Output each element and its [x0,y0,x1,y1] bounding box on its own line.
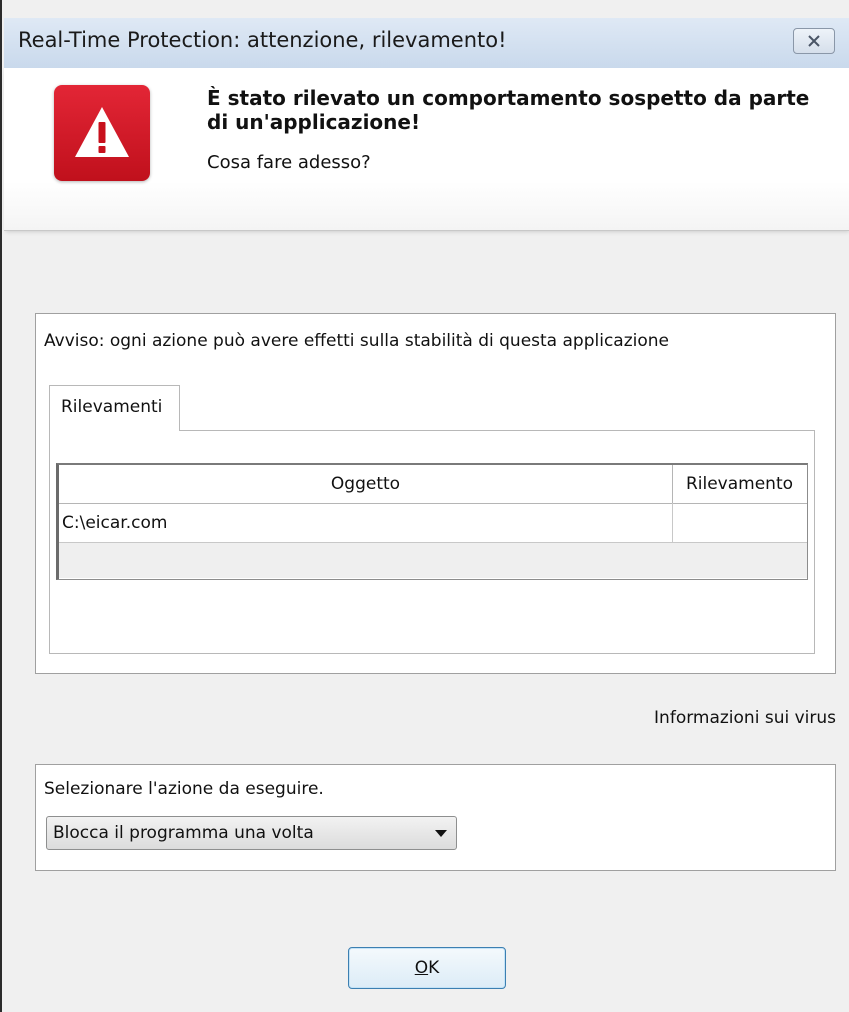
tab-rilevamenti[interactable]: Rilevamenti [49,385,180,431]
cell-detection [673,503,806,542]
ok-button[interactable]: OK [348,947,506,989]
stability-warning: Avviso: ogni azione può avere effetti su… [44,331,669,351]
close-button[interactable] [793,28,835,54]
close-icon [808,35,820,47]
column-header-oggetto[interactable]: Oggetto [59,465,673,503]
action-label: Selezionare l'azione da eseguire. [44,779,324,799]
action-selected-value: Blocca il programma una volta [53,823,314,843]
detections-table: Oggetto Rilevamento C:\eicar.com [56,463,808,580]
virus-info-link[interactable]: Informazioni sui virus [654,708,836,728]
action-group: Selezionare l'azione da eseguire. Blocca… [35,764,836,871]
table-row[interactable]: C:\eicar.com [59,503,807,543]
detections-group: Avviso: ogni azione può avere effetti su… [35,313,836,674]
alert-header: È stato rilevato un comportamento sospet… [4,68,849,231]
chevron-down-icon [435,830,447,837]
alert-dialog: Real-Time Protection: attenzione, rileva… [0,0,849,1012]
tab-label: Rilevamenti [61,397,163,417]
table-empty-area [59,543,807,578]
table-header: Oggetto Rilevamento [59,465,807,504]
action-select[interactable]: Blocca il programma una volta [46,816,457,850]
cell-object: C:\eicar.com [59,503,673,542]
warning-icon [54,85,150,181]
tab-panel: Oggetto Rilevamento C:\eicar.com [49,430,815,654]
alert-subline: Cosa fare adesso? [207,152,371,173]
alert-headline: È stato rilevato un comportamento sospet… [207,86,810,134]
window-title: Real-Time Protection: attenzione, rileva… [18,28,507,52]
ok-label: OK [414,958,440,978]
title-bar[interactable]: Real-Time Protection: attenzione, rileva… [4,18,849,69]
column-header-rilevamento[interactable]: Rilevamento [673,465,806,503]
